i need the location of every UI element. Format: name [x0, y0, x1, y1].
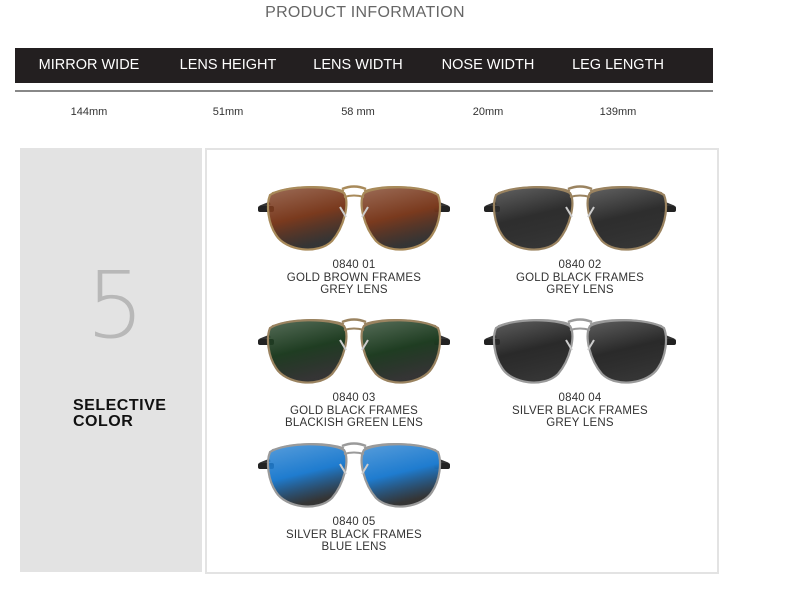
spec-header-leg-length: LEG LENGTH — [572, 57, 664, 73]
spec-value-nose-width: 20mm — [472, 106, 504, 118]
section-title: PRODUCT INFORMATION — [265, 4, 465, 21]
spec-header-nose-width: NOSE WIDTH — [441, 57, 535, 73]
selective-label-line2: COLOR — [73, 413, 134, 430]
product-frame: GOLD BLACK FRAMES — [289, 404, 418, 417]
product-code: 0840 03 — [332, 392, 376, 404]
product-frame: GOLD BROWN FRAMES — [286, 271, 422, 284]
product-lens: BLUE LENS — [321, 541, 387, 553]
spec-value-leg-length: 139mm — [599, 106, 637, 118]
selective-color-label: SELECTIVE COLOR — [73, 398, 166, 430]
product-lens: GREY LENS — [546, 284, 614, 296]
sunglasses-image — [258, 185, 450, 251]
sunglasses-image — [484, 185, 676, 251]
spec-value-lens-height: 51mm — [212, 106, 244, 118]
product-caption: 0840 01 GOLD BROWN FRAMES GREY LENS — [254, 259, 454, 297]
color-count-panel — [20, 148, 202, 572]
spec-value-mirror-wide: 144mm — [70, 106, 108, 118]
product-code: 0840 02 — [558, 259, 602, 271]
product-lens: GREY LENS — [320, 284, 388, 296]
spec-value-lens-width: 58 mm — [341, 106, 375, 118]
sunglasses-image — [258, 318, 450, 384]
product-card[interactable]: 0840 05 SILVER BLACK FRAMES BLUE LENS — [254, 430, 454, 554]
spec-header-lens-width: LENS WIDTH — [313, 57, 403, 73]
product-card[interactable]: 0840 04 SILVER BLACK FRAMES GREY LENS — [480, 306, 680, 430]
product-caption: 0840 03 GOLD BLACK FRAMES BLACKISH GREEN… — [254, 392, 454, 430]
product-card[interactable]: 0840 03 GOLD BLACK FRAMES BLACKISH GREEN… — [254, 306, 454, 430]
selective-label-line1: SELECTIVE — [73, 397, 167, 414]
product-lens: BLACKISH GREEN LENS — [284, 417, 423, 429]
product-caption: 0840 05 SILVER BLACK FRAMES BLUE LENS — [254, 516, 454, 554]
sunglasses-image — [258, 442, 450, 508]
product-code: 0840 01 — [332, 259, 376, 271]
spec-values-row: 144mm 51mm 58 mm 20mm 139mm — [15, 106, 713, 118]
product-caption: 0840 02 GOLD BLACK FRAMES GREY LENS — [480, 259, 680, 297]
color-count-number: 5 — [86, 252, 145, 359]
product-caption: 0840 04 SILVER BLACK FRAMES GREY LENS — [480, 392, 680, 430]
spec-header-bar: MIRROR WIDE LENS HEIGHT LENS WIDTH NOSE … — [15, 48, 713, 83]
divider — [15, 90, 713, 92]
sunglasses-image — [484, 318, 676, 384]
product-code: 0840 04 — [558, 392, 602, 404]
product-frame: GOLD BLACK FRAMES — [515, 271, 644, 284]
spec-header-lens-height: LENS HEIGHT — [179, 57, 277, 73]
spec-header-mirror-wide: MIRROR WIDE — [38, 57, 140, 73]
product-frame: SILVER BLACK FRAMES — [286, 528, 422, 541]
product-card[interactable]: 0840 01 GOLD BROWN FRAMES GREY LENS — [254, 173, 454, 297]
product-frame: SILVER BLACK FRAMES — [512, 404, 648, 417]
product-card[interactable]: 0840 02 GOLD BLACK FRAMES GREY LENS — [480, 173, 680, 297]
product-lens: GREY LENS — [546, 417, 614, 429]
product-code: 0840 05 — [332, 516, 376, 528]
